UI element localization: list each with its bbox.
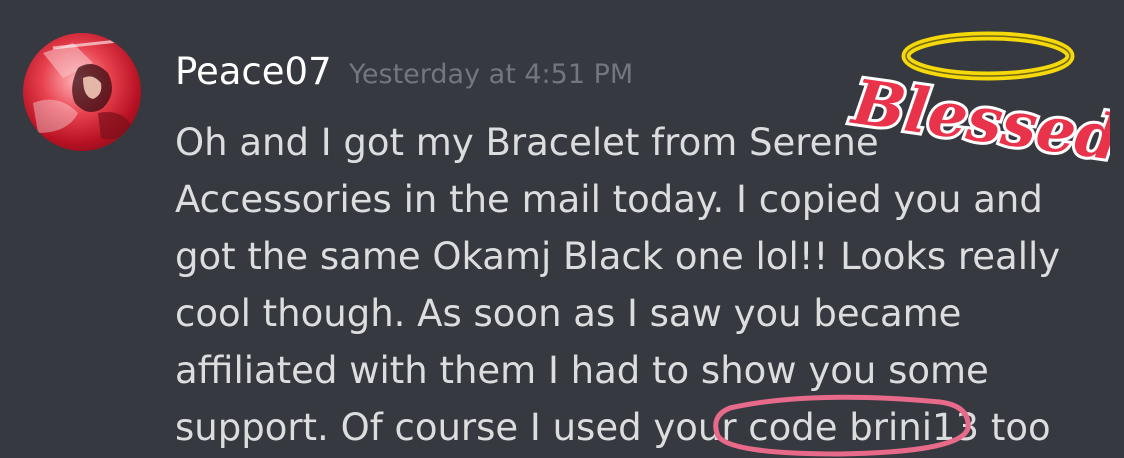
message-line: support. Of course I used your code brin… [175, 406, 1051, 449]
message-line: got the same Okamj Black one lol!! Looks… [175, 235, 1061, 278]
anime-character-avatar-icon [33, 39, 133, 140]
chat-message: Peace07 Yesterday at 4:51 PM Oh and I go… [0, 0, 1124, 458]
message-line: cool though. As soon as I saw you became [175, 292, 962, 335]
user-avatar[interactable] [23, 33, 141, 151]
sticker-text: Blessed [846, 65, 1110, 170]
message-timestamp[interactable]: Yesterday at 4:51 PM [349, 58, 633, 92]
author-username[interactable]: Peace07 [175, 50, 332, 94]
message-line: affiliated with them I had to show you s… [175, 349, 989, 392]
message-line: Accessories in the mail today. I copied … [175, 178, 1043, 221]
blessed-sticker: Blessed [843, 31, 1110, 170]
